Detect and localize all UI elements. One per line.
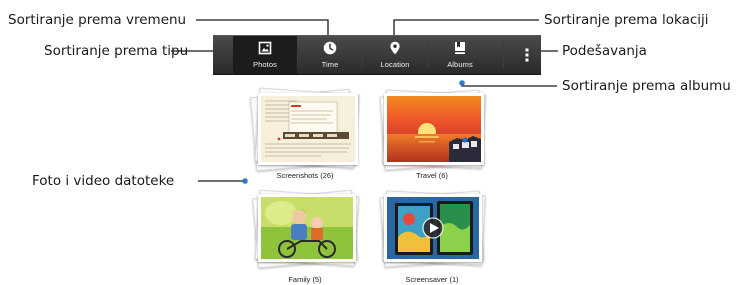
- album-cover-screenshot: [258, 93, 358, 165]
- album-cover-sunset: [384, 93, 484, 165]
- callout-sort-location: Sortiranje prema lokaciji: [544, 12, 709, 28]
- album-screenshots[interactable]: [245, 87, 365, 182]
- tab-photos[interactable]: Photos: [233, 36, 297, 74]
- album-caption: Travel (6): [416, 171, 448, 180]
- tab-time-label: Time: [321, 60, 339, 69]
- callout-sort-album: Sortiranje prema albumu: [562, 78, 731, 94]
- screensaver-thumbnail: [387, 197, 479, 259]
- tab-albums[interactable]: Albums: [428, 36, 492, 74]
- album-caption: Screenshots (26): [276, 171, 334, 180]
- tab-time[interactable]: Time: [298, 36, 362, 74]
- album-caption: Screensaver (1): [405, 275, 459, 284]
- album-family[interactable]: [245, 186, 365, 281]
- photos-icon: [258, 41, 272, 55]
- gallery-action-bar: Photos Time Location Albums: [213, 35, 541, 75]
- album-travel[interactable]: [372, 87, 492, 182]
- album-icon: [455, 42, 465, 54]
- album-cover-video: [384, 194, 482, 262]
- callout-sort-type: Sortiranje prema tipu: [44, 43, 189, 59]
- location-pin-icon: [390, 41, 400, 55]
- overflow-menu-button[interactable]: [513, 36, 541, 74]
- tab-photos-label: Photos: [253, 60, 277, 69]
- screenshot-thumbnail: [261, 96, 355, 162]
- sunset-thumbnail: [387, 96, 481, 162]
- clock-icon: [323, 41, 337, 55]
- album-caption: Family (5): [288, 275, 322, 284]
- family-thumbnail: [261, 197, 353, 259]
- album-screensaver[interactable]: [372, 186, 492, 281]
- overflow-menu-icon: [525, 48, 529, 62]
- tab-location-label: Location: [380, 60, 410, 69]
- callout-settings: Podešavanja: [562, 43, 647, 59]
- callout-media-files: Foto i video datoteke: [32, 173, 175, 189]
- callout-sort-time: Sortiranje prema vremenu: [8, 12, 187, 28]
- tab-divider: [503, 42, 504, 68]
- tab-location[interactable]: Location: [363, 36, 427, 74]
- album-cover-family: [258, 194, 356, 262]
- tab-albums-label: Albums: [447, 60, 473, 69]
